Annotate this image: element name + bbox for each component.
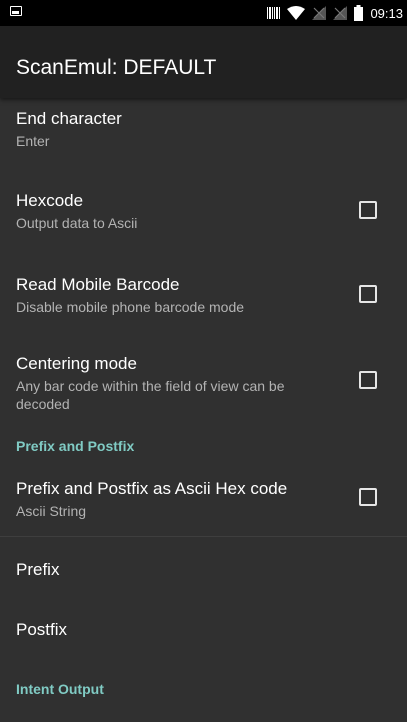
status-bar: 09:13 [0, 0, 407, 26]
app-bar: ScanEmul: DEFAULT [0, 26, 407, 98]
category-prefix-postfix: Prefix and Postfix [0, 430, 407, 464]
preference-list: End character Enter Hexcode Output data … [0, 98, 407, 697]
pref-read-mobile-barcode[interactable]: Read Mobile Barcode Disable mobile phone… [0, 250, 407, 330]
pref-prefix-postfix-hex[interactable]: Prefix and Postfix as Ascii Hex code Asc… [0, 464, 407, 536]
pref-prefix[interactable]: Prefix [0, 537, 407, 597]
battery-icon [354, 5, 364, 21]
pref-postfix[interactable]: Postfix [0, 597, 407, 657]
pref-title: Prefix [16, 560, 60, 579]
pref-summary: Ascii String [16, 503, 87, 519]
wifi-icon [287, 6, 306, 20]
pref-end-character[interactable]: End character Enter [0, 98, 407, 170]
read-mobile-barcode-checkbox[interactable] [359, 285, 377, 303]
pref-title: End character [16, 109, 122, 128]
pref-title: Centering mode [16, 354, 137, 373]
page-title: ScanEmul: DEFAULT [16, 56, 217, 79]
pref-title: Postfix [16, 620, 68, 639]
pref-summary: Enter [16, 133, 50, 149]
prefix-postfix-hex-checkbox[interactable] [359, 488, 377, 506]
pref-centering-mode[interactable]: Centering mode Any bar code within the f… [0, 330, 407, 430]
no-signal-sim1-icon [312, 6, 327, 20]
no-signal-sim2-icon [333, 6, 348, 20]
category-label: Intent Output [16, 681, 104, 697]
barcode-scanner-icon [267, 7, 281, 19]
pref-summary: Any bar code within the field of view ca… [16, 378, 285, 412]
pref-title: Read Mobile Barcode [16, 275, 180, 294]
pref-title: Hexcode [16, 191, 84, 210]
pref-summary: Output data to Ascii [16, 215, 138, 231]
centering-mode-checkbox[interactable] [359, 371, 377, 389]
image-notification-icon [10, 6, 22, 16]
clock: 09:13 [370, 5, 403, 21]
pref-hexcode[interactable]: Hexcode Output data to Ascii [0, 170, 407, 250]
hexcode-checkbox[interactable] [359, 201, 377, 219]
pref-summary: Disable mobile phone barcode mode [16, 299, 245, 315]
pref-title: Prefix and Postfix as Ascii Hex code [16, 479, 288, 498]
category-label: Prefix and Postfix [16, 438, 135, 454]
category-intent-output: Intent Output [0, 657, 407, 697]
